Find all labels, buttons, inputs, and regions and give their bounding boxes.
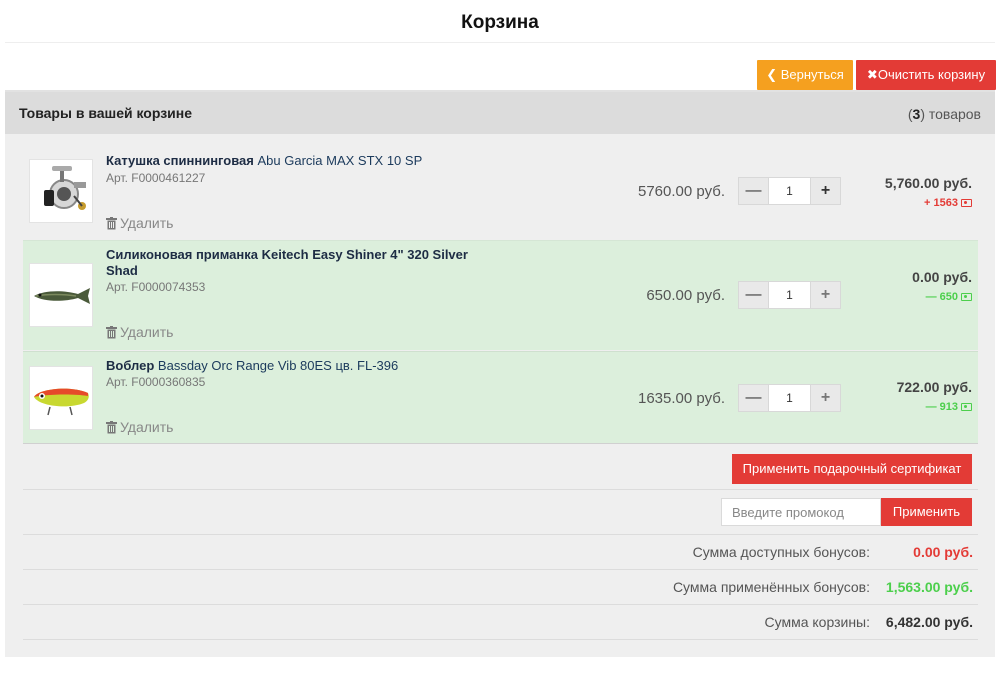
bonus-amount: — 913: [926, 401, 972, 413]
cart-header-title: Товары в вашей корзине: [19, 105, 193, 121]
product-name[interactable]: Катушка спиннинговая Abu Garcia MAX STX …: [106, 153, 486, 169]
divider: [23, 489, 978, 490]
cart-panel: Товары в вашей корзине (3) товаров Катуш…: [5, 90, 995, 657]
trash-icon: [106, 326, 117, 339]
page-title: Корзина: [461, 12, 539, 33]
chevron-left-icon: ❮: [766, 67, 778, 82]
product-name[interactable]: Воблер Bassday Orc Range Vib 80ES цв. FL…: [106, 358, 486, 374]
trash-icon: [106, 421, 117, 434]
divider: [23, 604, 978, 605]
product-article: Арт. F0000360835: [106, 375, 206, 389]
unit-price: 5760.00 руб.: [638, 183, 725, 200]
cash-icon: [961, 293, 972, 301]
line-total: 722.00 руб.: [896, 379, 972, 395]
quantity-increase-button[interactable]: +: [810, 177, 841, 205]
bonus-amount: + 1563: [924, 197, 972, 209]
product-image-reel[interactable]: [29, 159, 93, 223]
product-image-lure[interactable]: [29, 263, 93, 327]
back-button[interactable]: ❮ Вернуться: [757, 60, 853, 90]
delete-item-button[interactable]: Удалить: [106, 419, 173, 435]
trash-icon: [106, 217, 117, 230]
line-total: 5,760.00 руб.: [884, 175, 972, 191]
bonus-amount: — 650: [926, 291, 972, 303]
unit-price: 1635.00 руб.: [638, 390, 725, 407]
back-button-label: Вернуться: [780, 67, 844, 82]
quantity-stepper: — 1 +: [738, 177, 841, 205]
promo-code-input[interactable]: [721, 498, 881, 526]
close-icon: ✖: [866, 67, 878, 82]
product-article: Арт. F0000074353: [106, 280, 206, 294]
divider: [23, 534, 978, 535]
cart-item-count: (3) товаров: [907, 106, 981, 122]
cart-header: Товары в вашей корзине (3) товаров: [5, 92, 995, 134]
cart-item: Силиконовая приманка Keitech Easy Shiner…: [23, 240, 978, 350]
clear-cart-button[interactable]: ✖Очистить корзину: [856, 60, 996, 90]
quantity-stepper: — 1 +: [738, 281, 841, 309]
quantity-input[interactable]: 1: [769, 384, 810, 412]
clear-cart-label: Очистить корзину: [877, 67, 986, 82]
product-article: Арт. F0000461227: [106, 171, 206, 185]
cart-item: Катушка спиннинговая Abu Garcia MAX STX …: [23, 144, 978, 238]
applied-bonuses-label: Сумма применённых бонусов:: [672, 579, 870, 595]
quantity-decrease-button[interactable]: —: [738, 384, 769, 412]
divider: [23, 639, 978, 640]
quantity-stepper: — 1 +: [738, 384, 841, 412]
cart-total-label: Сумма корзины:: [764, 614, 871, 630]
available-bonuses-value: 0.00 руб.: [913, 544, 973, 560]
cash-icon: [961, 199, 972, 207]
title-divider: [5, 42, 995, 43]
product-image-wobbler[interactable]: [29, 366, 93, 430]
quantity-input[interactable]: 1: [769, 281, 810, 309]
cash-icon: [961, 403, 972, 411]
quantity-decrease-button[interactable]: —: [738, 177, 769, 205]
delete-item-button[interactable]: Удалить: [106, 324, 173, 340]
quantity-decrease-button[interactable]: —: [738, 281, 769, 309]
cart-total-value: 6,482.00 руб.: [885, 614, 973, 630]
apply-promo-button[interactable]: Применить: [881, 498, 972, 526]
divider: [23, 569, 978, 570]
product-name[interactable]: Силиконовая приманка Keitech Easy Shiner…: [106, 247, 486, 279]
apply-gift-certificate-button[interactable]: Применить подарочный сертификат: [732, 454, 972, 484]
delete-item-button[interactable]: Удалить: [106, 215, 173, 231]
cart-item: Воблер Bassday Orc Range Vib 80ES цв. FL…: [23, 351, 978, 444]
quantity-input[interactable]: 1: [769, 177, 810, 205]
unit-price: 650.00 руб.: [646, 287, 725, 304]
applied-bonuses-value: 1,563.00 руб.: [885, 579, 973, 595]
available-bonuses-label: Сумма доступных бонусов:: [692, 544, 870, 560]
line-total: 0.00 руб.: [912, 269, 972, 285]
quantity-increase-button[interactable]: +: [810, 384, 841, 412]
quantity-increase-button[interactable]: +: [810, 281, 841, 309]
